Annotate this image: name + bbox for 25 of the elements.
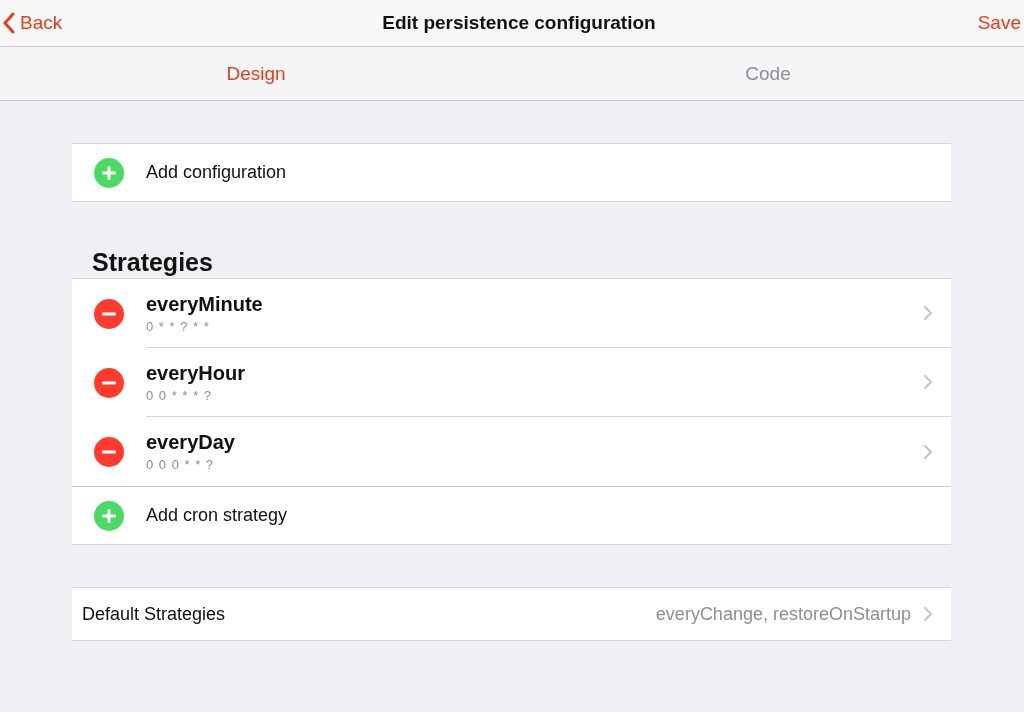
strategy-name[interactable]: everyHour	[146, 361, 923, 385]
default-strategies-value: everyChange, restoreOnStartup	[655, 603, 911, 625]
tab[interactable]: Design	[0, 47, 512, 100]
add-configuration-label[interactable]: Add configuration	[146, 162, 287, 183]
chevron-right-icon	[923, 374, 933, 390]
back-button[interactable]: Back	[0, 12, 63, 34]
screen-title: Edit persistence configuration	[382, 12, 656, 34]
remove-icon[interactable]	[94, 436, 124, 467]
section-heading: Strategies	[91, 247, 214, 278]
add-icon[interactable]	[94, 500, 124, 531]
chevron-left-icon	[2, 12, 16, 34]
strategy-name[interactable]: everyDay	[146, 431, 923, 454]
strategy-name[interactable]: everyMinute	[146, 292, 923, 316]
cron-expression: 0 0 * * * ?	[146, 387, 213, 403]
chevron-right-icon	[923, 606, 933, 622]
add-icon[interactable]	[94, 157, 124, 188]
chevron-right-icon	[923, 305, 933, 321]
remove-icon[interactable]	[94, 298, 124, 329]
save-button[interactable]: Save	[975, 12, 1021, 34]
cron-expression: 0 * * ? * *	[146, 318, 211, 334]
add-cron-strategy-label[interactable]: Add cron strategy	[146, 505, 288, 526]
cron-expression: 0 0 0 * * ?	[146, 457, 216, 472]
remove-icon[interactable]	[94, 367, 124, 398]
default-strategies-label[interactable]: Default Strategies	[82, 603, 656, 625]
chevron-right-icon	[923, 443, 933, 460]
